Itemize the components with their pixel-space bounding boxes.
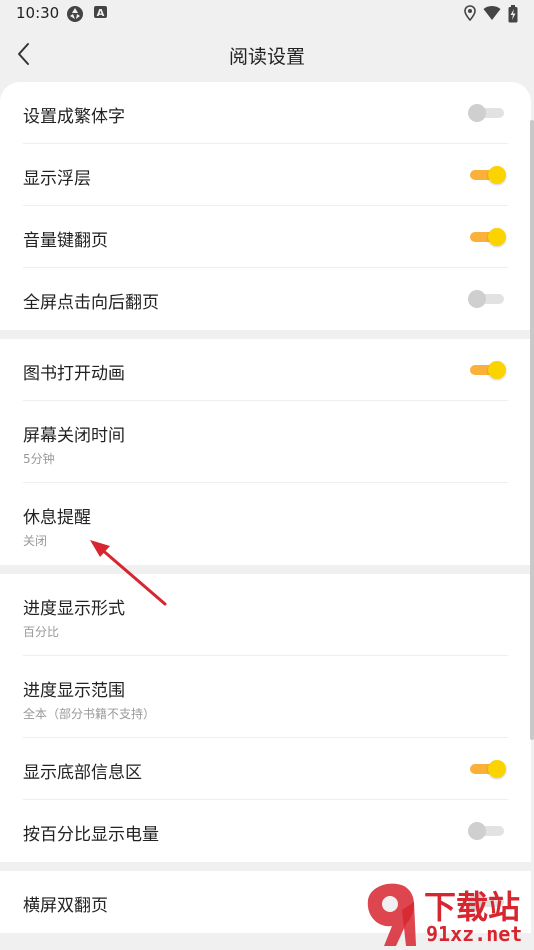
setting-traditional-chinese[interactable]: 设置成繁体字	[23, 82, 508, 144]
watermark: 下载站 91xz.net	[360, 880, 534, 950]
watermark-logo-icon	[367, 883, 416, 946]
setting-label: 显示浮层	[23, 169, 91, 189]
toggle-switch-on[interactable]	[468, 759, 508, 779]
toggle-switch-on[interactable]	[468, 360, 508, 380]
setting-label: 全屏点击向后翻页	[23, 293, 159, 313]
toggle-switch-off[interactable]	[468, 103, 508, 123]
app-bar: 阅读设置	[0, 28, 534, 80]
scrollbar[interactable]	[530, 120, 534, 740]
a-badge-icon: A	[94, 6, 107, 19]
setting-label: 音量键翻页	[23, 231, 108, 251]
setting-book-open-animation[interactable]: 图书打开动画	[23, 339, 508, 401]
toggle-switch-off[interactable]	[468, 289, 508, 309]
setting-value: 百分比	[23, 625, 60, 639]
setting-label: 图书打开动画	[23, 364, 125, 384]
setting-value: 关闭	[23, 534, 48, 548]
setting-bottom-info-area[interactable]: 显示底部信息区	[23, 738, 508, 800]
setting-label: 屏幕关闭时间	[23, 426, 125, 446]
aperture-icon	[67, 6, 83, 22]
setting-fullscreen-tap-forward[interactable]: 全屏点击向后翻页	[23, 268, 508, 330]
setting-show-overlay[interactable]: 显示浮层	[23, 144, 508, 206]
settings-group-progress: 进度显示形式 百分比 进度显示范围 全本（部分书籍不支持） 显示底部信息区 按百…	[0, 574, 531, 862]
setting-value: 5分钟	[23, 452, 55, 466]
wifi-icon	[483, 6, 501, 20]
setting-progress-range[interactable]: 进度显示范围 全本（部分书籍不支持）	[23, 656, 508, 738]
svg-text:A: A	[97, 8, 105, 19]
setting-label: 进度显示范围	[23, 681, 125, 701]
toggle-switch-on[interactable]	[468, 165, 508, 185]
setting-label: 设置成繁体字	[23, 107, 125, 127]
settings-group-display: 设置成繁体字 显示浮层 音量键翻页 全屏点击向后翻页	[0, 82, 531, 330]
setting-label: 按百分比显示电量	[23, 825, 159, 845]
status-time: 10:30	[16, 4, 60, 22]
toggle-switch-on[interactable]	[468, 227, 508, 247]
page-title: 阅读设置	[228, 46, 305, 68]
setting-label: 显示底部信息区	[23, 763, 142, 783]
annotation-arrow-icon	[90, 540, 167, 606]
location-icon	[464, 5, 476, 21]
setting-screen-off-time[interactable]: 屏幕关闭时间 5分钟	[23, 401, 508, 483]
settings-sheet: 设置成繁体字 显示浮层 音量键翻页 全屏点击向后翻页 图书打开动画 屏幕关闭时间…	[0, 82, 531, 950]
battery-charging-icon	[508, 5, 518, 23]
setting-label: 横屏双翻页	[23, 896, 108, 916]
setting-volume-key-page-turn[interactable]: 音量键翻页	[23, 206, 508, 268]
watermark-url: 91xz.net	[426, 922, 523, 946]
setting-battery-percentage[interactable]: 按百分比显示电量	[23, 800, 508, 862]
setting-value: 全本（部分书籍不支持）	[23, 707, 156, 721]
status-bar: 10:30 A	[0, 0, 534, 28]
setting-label: 休息提醒	[23, 508, 91, 528]
toggle-switch-off[interactable]	[468, 821, 508, 841]
